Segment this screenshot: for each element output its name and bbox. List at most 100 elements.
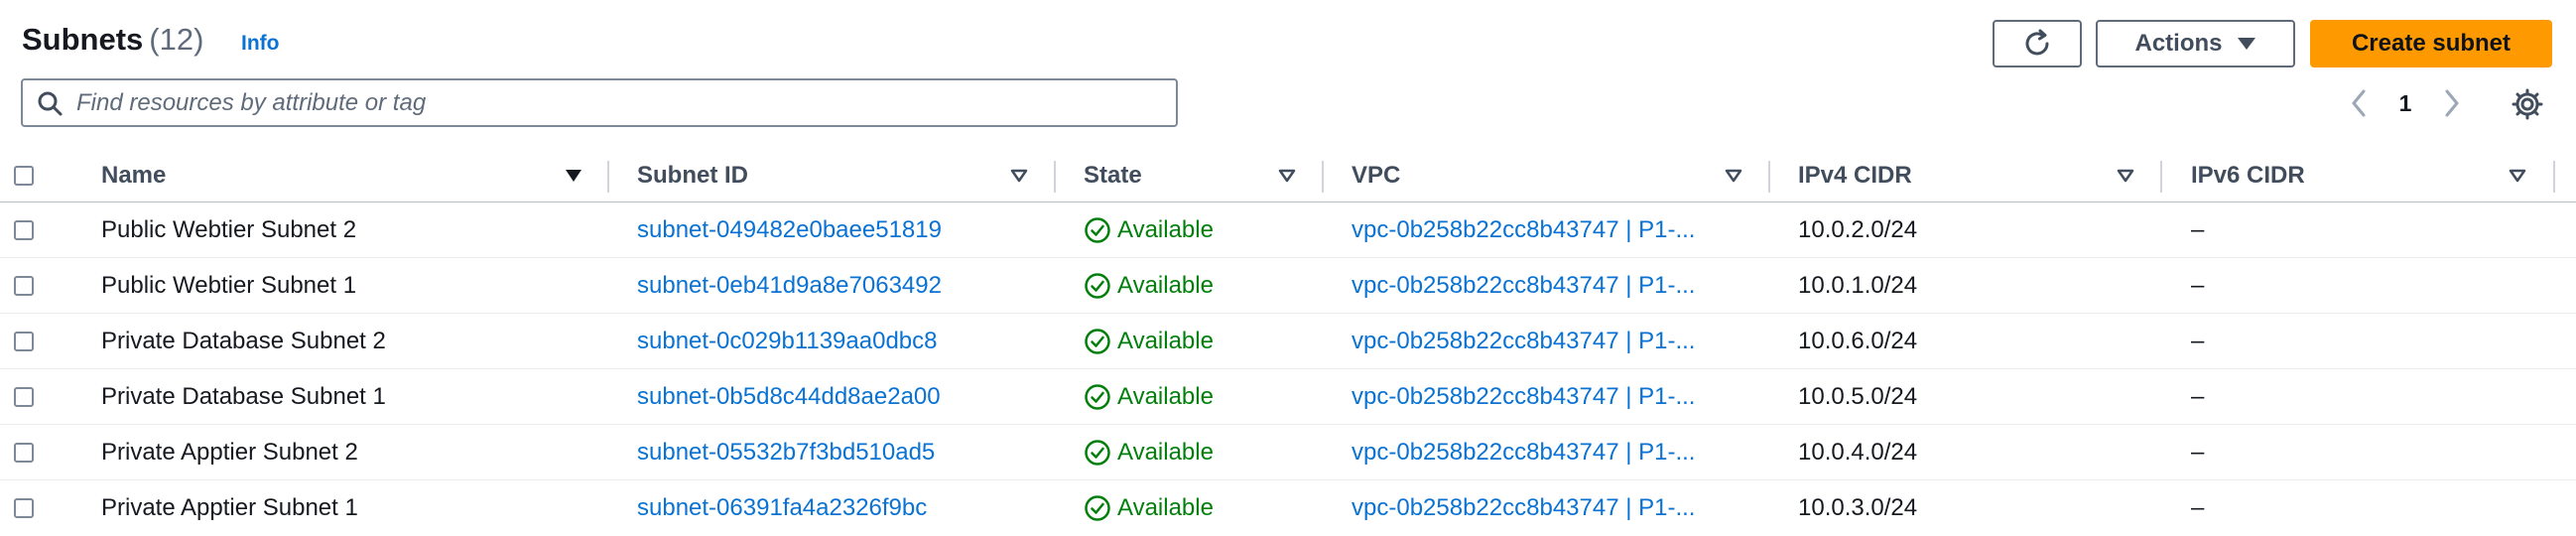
vpc-link[interactable]: vpc-0b258b22cc8b43747 | P1-... [1352, 314, 1731, 369]
next-page-button[interactable] [2435, 85, 2469, 121]
row-checkbox[interactable] [14, 220, 34, 240]
sort-caret-icon[interactable] [2508, 166, 2527, 186]
status-text: Available [1117, 383, 1214, 410]
vpc-link[interactable]: vpc-0b258b22cc8b43747 | P1-... [1352, 425, 1731, 480]
vpc-link-text: vpc-0b258b22cc8b43747 | P1-... [1352, 328, 1696, 354]
info-link[interactable]: Info [241, 32, 279, 56]
row-checkbox[interactable] [14, 443, 34, 463]
vpc-link-text: vpc-0b258b22cc8b43747 | P1-... [1352, 494, 1696, 521]
ipv6-cidr: – [2191, 272, 2205, 299]
column-resizer[interactable] [1054, 161, 1056, 193]
subnet-name: Public Webtier Subnet 2 [101, 216, 357, 243]
subnet-name: Private Database Subnet 1 [101, 383, 386, 410]
check-circle-icon [1085, 495, 1110, 521]
refresh-button[interactable] [1993, 20, 2082, 67]
vpc-link-text: vpc-0b258b22cc8b43747 | P1-... [1352, 439, 1696, 466]
ipv4-cidr: 10.0.4.0/24 [1798, 439, 1918, 466]
status-text: Available [1117, 494, 1214, 521]
row-checkbox[interactable] [14, 276, 34, 296]
search-icon [38, 91, 63, 115]
ipv6-cidr: – [2191, 439, 2205, 466]
pagination: 1 [2342, 85, 2469, 121]
column-header-ipv6-cidr[interactable]: IPv6 CIDR [2191, 149, 2305, 202]
subnet-id-link[interactable]: subnet-06391fa4a2326f9bc [637, 480, 927, 536]
ipv4-cidr: 10.0.3.0/24 [1798, 494, 1918, 521]
current-page-number[interactable]: 1 [2376, 90, 2435, 117]
ipv4-cidr: 10.0.6.0/24 [1798, 328, 1918, 354]
column-header-vpc[interactable]: VPC [1352, 149, 1400, 202]
row-checkbox[interactable] [14, 332, 34, 351]
status-available: Available [1084, 425, 1214, 480]
column-resizer[interactable] [1768, 161, 1770, 193]
column-header-name[interactable]: Name [101, 149, 166, 202]
check-circle-icon [1085, 273, 1110, 299]
sort-caret-icon[interactable] [564, 166, 583, 186]
table-row[interactable]: Public Webtier Subnet 1 subnet-0eb41d9a8… [0, 258, 2576, 314]
vpc-link[interactable]: vpc-0b258b22cc8b43747 | P1-... [1352, 369, 1731, 425]
status-available: Available [1084, 314, 1214, 369]
sort-caret-icon[interactable] [2116, 166, 2135, 186]
table-row[interactable]: Public Webtier Subnet 2 subnet-049482e0b… [0, 202, 2576, 258]
subnet-id-link[interactable]: subnet-0b5d8c44dd8ae2a00 [637, 369, 941, 425]
subnet-id-link[interactable]: subnet-0eb41d9a8e7063492 [637, 258, 942, 314]
search-field[interactable] [21, 78, 1178, 127]
table-row[interactable]: Private Database Subnet 2 subnet-0c029b1… [0, 314, 2576, 369]
status-available: Available [1084, 202, 1214, 258]
vpc-link[interactable]: vpc-0b258b22cc8b43747 | P1-... [1352, 480, 1731, 536]
check-circle-icon [1085, 384, 1110, 410]
subnet-id-link[interactable]: subnet-049482e0baee51819 [637, 202, 942, 258]
subnet-id-link[interactable]: subnet-05532b7f3bd510ad5 [637, 425, 935, 480]
ipv6-cidr: – [2191, 216, 2205, 243]
vpc-link-text: vpc-0b258b22cc8b43747 | P1-... [1352, 383, 1696, 410]
vpc-link[interactable]: vpc-0b258b22cc8b43747 | P1-... [1352, 258, 1731, 314]
sort-caret-icon[interactable] [1724, 166, 1743, 186]
table-row[interactable]: Private Apptier Subnet 1 subnet-06391fa4… [0, 480, 2576, 536]
row-checkbox[interactable] [14, 498, 34, 518]
status-text: Available [1117, 272, 1214, 299]
actions-label: Actions [2134, 30, 2223, 57]
column-resizer[interactable] [2160, 161, 2162, 193]
subnet-count: (12) [149, 22, 204, 57]
ipv6-cidr: – [2191, 328, 2205, 354]
status-text: Available [1117, 439, 1214, 466]
check-circle-icon [1085, 440, 1110, 466]
table-row[interactable]: Private Apptier Subnet 2 subnet-05532b7f… [0, 425, 2576, 480]
vpc-link-text: vpc-0b258b22cc8b43747 | P1-... [1352, 216, 1696, 243]
search-input[interactable] [74, 87, 1176, 118]
previous-page-button[interactable] [2342, 85, 2376, 121]
ipv6-cidr: – [2191, 494, 2205, 521]
status-text: Available [1117, 216, 1214, 243]
status-available: Available [1084, 480, 1214, 536]
page-title-text: Subnets [22, 22, 144, 57]
subnet-name: Public Webtier Subnet 1 [101, 272, 357, 299]
table-header: Name Subnet ID State VPC IPv4 CIDR IPv6 … [0, 149, 2576, 202]
subnet-name: Private Apptier Subnet 1 [101, 494, 358, 521]
column-resizer[interactable] [1322, 161, 1324, 193]
column-header-state[interactable]: State [1084, 149, 1142, 202]
chevron-left-icon [2352, 89, 2366, 117]
row-checkbox[interactable] [14, 387, 34, 407]
sort-caret-icon[interactable] [1277, 166, 1297, 186]
status-text: Available [1117, 328, 1214, 354]
vpc-link[interactable]: vpc-0b258b22cc8b43747 | P1-... [1352, 202, 1731, 258]
actions-dropdown[interactable]: Actions [2096, 20, 2295, 67]
refresh-icon [2025, 29, 2049, 56]
table-preferences-button[interactable] [2511, 87, 2544, 121]
status-available: Available [1084, 258, 1214, 314]
check-circle-icon [1085, 217, 1110, 243]
column-header-ipv4-cidr[interactable]: IPv4 CIDR [1798, 149, 1912, 202]
subnet-name: Private Apptier Subnet 2 [101, 439, 358, 466]
chevron-right-icon [2445, 89, 2459, 117]
check-circle-icon [1085, 329, 1110, 354]
create-subnet-button[interactable]: Create subnet [2310, 20, 2552, 67]
column-header-subnet-id[interactable]: Subnet ID [637, 149, 748, 202]
column-resizer[interactable] [607, 161, 609, 193]
caret-down-icon [2237, 38, 2255, 50]
select-all-checkbox[interactable] [14, 166, 34, 186]
status-available: Available [1084, 369, 1214, 425]
column-resizer[interactable] [2553, 161, 2555, 193]
sort-caret-icon[interactable] [1009, 166, 1029, 186]
page-title: Subnets (12) [22, 22, 203, 58]
subnet-id-link[interactable]: subnet-0c029b1139aa0dbc8 [637, 314, 937, 369]
table-row[interactable]: Private Database Subnet 1 subnet-0b5d8c4… [0, 369, 2576, 425]
